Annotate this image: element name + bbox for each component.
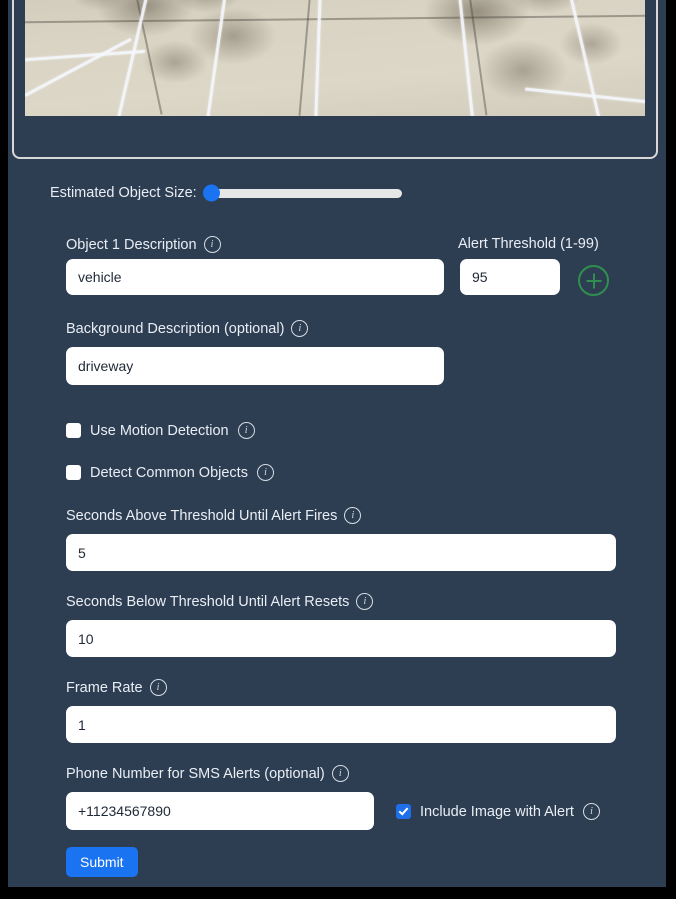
detect-common-objects-checkbox[interactable]	[66, 465, 81, 480]
info-icon[interactable]: i	[356, 593, 374, 610]
seconds-below-threshold-input[interactable]	[66, 620, 616, 657]
include-image-with-alert-checkbox[interactable]	[396, 804, 411, 819]
seconds-below-threshold-label: Seconds Below Threshold Until Alert Rese…	[66, 593, 374, 610]
alert-configuration-form: Object 1 Description i Alert Threshold (…	[8, 0, 666, 887]
info-icon[interactable]: i	[237, 422, 255, 439]
include-image-with-alert-row[interactable]: Include Image with Alert i	[396, 803, 600, 820]
add-object-button[interactable]	[578, 265, 609, 296]
phone-number-input[interactable]	[66, 792, 374, 830]
alert-threshold-label-text: Alert Threshold (1-99)	[458, 236, 599, 252]
include-image-with-alert-label: Include Image with Alert	[420, 803, 574, 820]
object1-description-label: Object 1 Description i	[66, 236, 221, 253]
background-description-label-text: Background Description (optional)	[66, 320, 285, 337]
info-icon[interactable]: i	[331, 765, 349, 782]
object1-description-input[interactable]	[66, 259, 444, 295]
phone-number-label-text: Phone Number for SMS Alerts (optional)	[66, 765, 325, 782]
seconds-below-threshold-label-text: Seconds Below Threshold Until Alert Rese…	[66, 593, 350, 610]
info-icon[interactable]: i	[203, 236, 221, 253]
frame-rate-label: Frame Rate i	[66, 679, 167, 696]
frame-rate-label-text: Frame Rate	[66, 679, 143, 696]
info-icon[interactable]: i	[344, 507, 362, 524]
alert-threshold-label: Alert Threshold (1-99)	[458, 236, 599, 252]
alert-threshold-input[interactable]	[460, 259, 560, 295]
info-icon[interactable]: i	[582, 803, 600, 820]
seconds-above-threshold-input[interactable]	[66, 534, 616, 571]
use-motion-detection-row[interactable]: Use Motion Detection i	[66, 422, 255, 439]
phone-number-label: Phone Number for SMS Alerts (optional) i	[66, 765, 349, 782]
use-motion-detection-label: Use Motion Detection	[90, 422, 229, 439]
info-icon[interactable]: i	[291, 320, 309, 337]
submit-button[interactable]: Submit	[66, 847, 138, 877]
page-frame: Estimated Object Size: Object 1 Descript…	[0, 0, 676, 899]
seconds-above-threshold-label: Seconds Above Threshold Until Alert Fire…	[66, 507, 362, 524]
info-icon[interactable]: i	[256, 464, 274, 481]
object1-description-label-text: Object 1 Description	[66, 236, 197, 253]
use-motion-detection-checkbox[interactable]	[66, 423, 81, 438]
app-surface: Estimated Object Size: Object 1 Descript…	[8, 0, 666, 887]
background-description-label: Background Description (optional) i	[66, 320, 309, 337]
info-icon[interactable]: i	[149, 679, 167, 696]
frame-rate-input[interactable]	[66, 706, 616, 743]
background-description-input[interactable]	[66, 347, 444, 385]
detect-common-objects-label: Detect Common Objects	[90, 464, 248, 481]
seconds-above-threshold-label-text: Seconds Above Threshold Until Alert Fire…	[66, 507, 338, 524]
detect-common-objects-row[interactable]: Detect Common Objects i	[66, 464, 274, 481]
